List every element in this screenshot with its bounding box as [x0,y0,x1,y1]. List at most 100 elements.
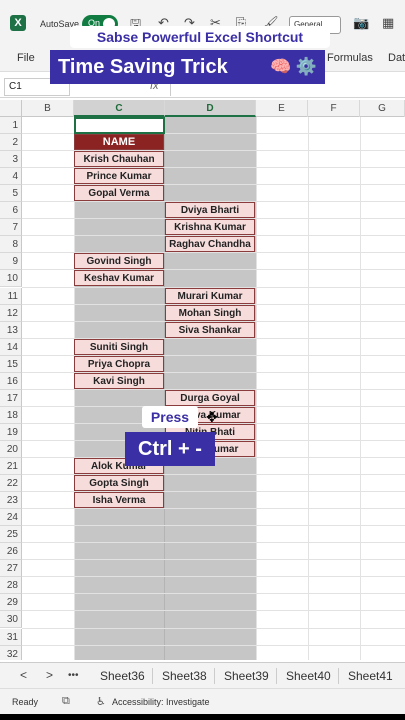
row-gridline [22,559,405,561]
bottom-edge [0,714,405,720]
name-cell[interactable]: Murari Kumar [165,287,255,304]
row-gridline [22,542,405,544]
sheet-tab-39[interactable]: Sheet39 [224,669,269,683]
name-cell[interactable]: Priya Chopra [74,355,164,372]
excel-logo-icon: X [10,15,26,31]
name-cell[interactable]: Govind Singh [74,253,164,270]
row-header[interactable]: 6 [0,202,22,220]
accessibility-icon[interactable]: ♿ [96,695,106,708]
name-cell[interactable]: Prince Kumar [74,168,164,185]
sheet-tab-bar: < > ••• Sheet36 Sheet38 Sheet39 Sheet40 … [0,662,405,688]
column-gridline [360,117,361,660]
name-cell[interactable]: Mohan Singh [165,304,255,321]
row-header[interactable]: 7 [0,219,22,237]
column-header-d[interactable]: D [165,100,256,117]
row-header[interactable]: 15 [0,355,22,373]
row-header[interactable]: 18 [0,406,22,424]
row-header[interactable]: 26 [0,543,22,561]
row-header[interactable]: 5 [0,185,22,203]
row-header[interactable]: 23 [0,492,22,510]
press-label: Press [142,406,198,428]
sheet-tab-40[interactable]: Sheet40 [286,669,331,683]
row-header[interactable]: 29 [0,594,22,612]
sheet-tab-38[interactable]: Sheet38 [162,669,207,683]
row-header[interactable]: 11 [0,287,22,305]
row-header[interactable]: 30 [0,611,22,629]
sheet-prev-icon[interactable]: < [20,668,27,682]
row-gridline [22,644,405,646]
tab-file[interactable]: File [17,52,35,64]
row-gridline [22,508,405,510]
row-header[interactable]: 24 [0,509,22,527]
row-header[interactable]: 1 [0,117,22,134]
name-cell[interactable]: Dviya Bharti [165,202,255,219]
row-header[interactable]: 28 [0,577,22,595]
name-header-cell[interactable]: NAME [74,134,164,150]
row-gridline [22,627,405,629]
shortcut-label: Ctrl + - [125,432,215,466]
sheet-tab-36[interactable]: Sheet36 [100,669,145,683]
name-cell[interactable]: Gopal Verma [74,185,164,202]
move-cursor-icon: ✥ [206,409,218,425]
tab-data[interactable]: Dat [388,52,405,64]
row-header[interactable]: 20 [0,440,22,458]
row-header[interactable]: 10 [0,270,22,288]
row-header[interactable]: 32 [0,645,22,660]
row-header[interactable]: 16 [0,372,22,390]
column-header-f[interactable]: F [308,100,360,117]
name-cell[interactable]: Isha Verma [74,492,164,509]
tab-separator [338,668,339,684]
status-bar: Ready ⧉ ♿ Accessibility: Investigate [0,688,405,714]
row-header[interactable]: 2 [0,134,22,152]
status-ready: Ready [12,697,39,707]
row-header[interactable]: 27 [0,560,22,578]
column-header-g[interactable]: G [360,100,405,117]
select-all-corner[interactable] [0,100,22,117]
row-header[interactable]: 4 [0,168,22,186]
subtitle-banner: Sabse Powerful Excel Shortcut [70,26,330,48]
name-cell[interactable]: Raghav Chandha [165,236,255,253]
accessibility-status[interactable]: Accessibility: Investigate [112,697,210,707]
row-header[interactable]: 3 [0,151,22,169]
row-header[interactable]: 13 [0,321,22,339]
name-cell[interactable]: Keshav Kumar [74,270,164,287]
active-cell-c1[interactable] [74,117,165,134]
title-text: Time Saving Trick [58,56,228,78]
more-commands-icon[interactable]: ▦ [382,15,394,31]
row-header[interactable]: 14 [0,338,22,356]
name-cell[interactable]: Durga Goyal [165,389,255,406]
column-header-e[interactable]: E [256,100,308,117]
column-header-row: B C D E F G [0,100,405,117]
camera-icon[interactable]: 📷 [353,15,369,31]
column-header-c[interactable]: C [74,100,165,117]
row-header[interactable]: 19 [0,423,22,441]
name-cell[interactable]: Suniti Singh [74,338,164,355]
tab-formulas[interactable]: Formulas [327,52,373,64]
column-header-b[interactable]: B [22,100,74,117]
tab-separator [276,668,277,684]
sheet-next-icon[interactable]: > [46,668,53,682]
sheet-tab-41[interactable]: Sheet41 [348,669,393,683]
name-cell[interactable]: Kavi Singh [74,372,164,389]
column-gridline [308,117,309,660]
row-header[interactable]: 17 [0,389,22,407]
more-sheets-icon[interactable]: ••• [68,670,79,681]
row-header[interactable]: 12 [0,304,22,322]
row-header[interactable]: 8 [0,236,22,254]
row-header[interactable]: 31 [0,628,22,646]
name-cell[interactable]: Gopta Singh [74,475,164,492]
name-cell[interactable]: Krishna Kumar [165,219,255,236]
name-cell[interactable]: Siva Shankar [165,321,255,338]
row-header[interactable]: 9 [0,253,22,271]
tab-separator [214,668,215,684]
row-header[interactable]: 25 [0,526,22,544]
row-header[interactable]: 21 [0,458,22,475]
spreadsheet-grid[interactable]: B C D E F G 1 2 3 4 5 6 7 8 9 10 11 12 13 14 15 16 17 18 1… [0,100,405,660]
row-header[interactable]: 22 [0,475,22,493]
name-cell[interactable]: Krish Chauhan [74,151,164,168]
row-gridline [22,525,405,527]
macro-record-icon[interactable]: ⧉ [62,695,70,708]
row-gridline [22,610,405,612]
row-gridline [22,576,405,578]
row-gridline [22,593,405,595]
